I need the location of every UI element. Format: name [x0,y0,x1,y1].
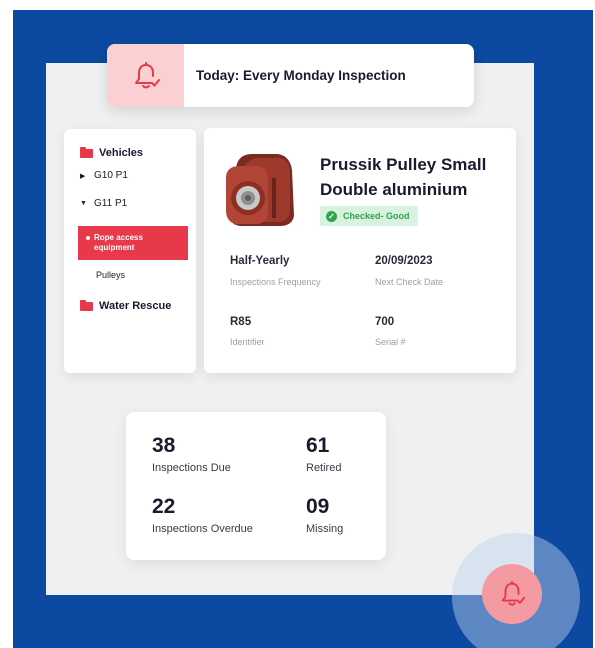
folder-icon [80,299,93,311]
notification-banner[interactable]: Today: Every Monday Inspection [107,44,474,107]
retired-label: Retired [306,462,342,474]
bell-check-icon [134,61,160,88]
bell-check-icon [501,580,526,606]
equipment-detail-card: Prussik Pulley Small Double aluminium ✓ … [204,128,516,373]
missing-count: 09 [306,495,330,518]
sidebar-item-pulleys[interactable]: Pulleys [96,270,125,280]
check-circle-icon: ✓ [326,210,337,222]
next-check-label: Next Check Date [375,277,444,287]
product-title-line1: Prussik Pulley Small [320,155,487,174]
identifier-label: Identifier [230,337,265,347]
inspection-stats-card: 38 Inspections Due 61 Retired 22 Inspect… [126,412,386,560]
sidebar-item-label: Water Rescue [99,300,172,312]
missing-label: Missing [306,523,344,535]
sidebar-item-label: Pulleys [96,270,126,280]
retired-count: 61 [306,434,330,457]
bullet-icon [86,235,90,240]
sidebar-item-rope-access-equipment[interactable]: Rope access equipment [78,226,188,260]
sidebar-item-g11-p1[interactable]: ▼ G11 P1 [80,198,127,209]
serial-label: Serial # [375,337,406,347]
caret-down-icon: ▼ [80,200,87,207]
frequency-label: Inspections Frequency [230,277,321,287]
sidebar-item-g10-p1[interactable]: ▶ G10 P1 [80,170,128,181]
sidebar-item-water-rescue[interactable]: Water Rescue [80,299,172,312]
frequency-value: Half-Yearly [230,255,290,267]
status-badge: ✓ Checked- Good [320,206,418,226]
identifier-value: R85 [230,316,252,328]
product-title-line2: Double aluminium [320,180,468,199]
sidebar-item-label-line2: equipment [94,243,135,252]
status-text: Checked- Good [343,211,410,221]
inspections-due-label: Inspections Due [152,462,231,474]
inspections-due-count: 38 [152,434,176,457]
inspections-overdue-count: 22 [152,495,176,518]
notifications-fab[interactable] [482,564,542,624]
caret-right-icon: ▶ [80,172,86,180]
sidebar-item-label: Vehicles [99,147,144,159]
banner-text: Today: Every Monday Inspection [196,68,406,83]
product-title: Prussik Pulley Small Double aluminium [320,152,515,202]
folder-icon [80,146,93,158]
pulley-product-image [226,154,294,226]
serial-value: 700 [375,316,395,328]
inspections-overdue-label: Inspections Overdue [152,523,253,535]
next-check-value: 20/09/2023 [375,255,433,267]
sidebar-item-label: Rope access [94,233,143,242]
sidebar-item-vehicles[interactable]: Vehicles [80,146,144,159]
sidebar-item-label: G10 P1 [94,170,128,181]
sidebar-item-label: G11 P1 [94,198,128,209]
banner-icon-container [107,44,184,107]
